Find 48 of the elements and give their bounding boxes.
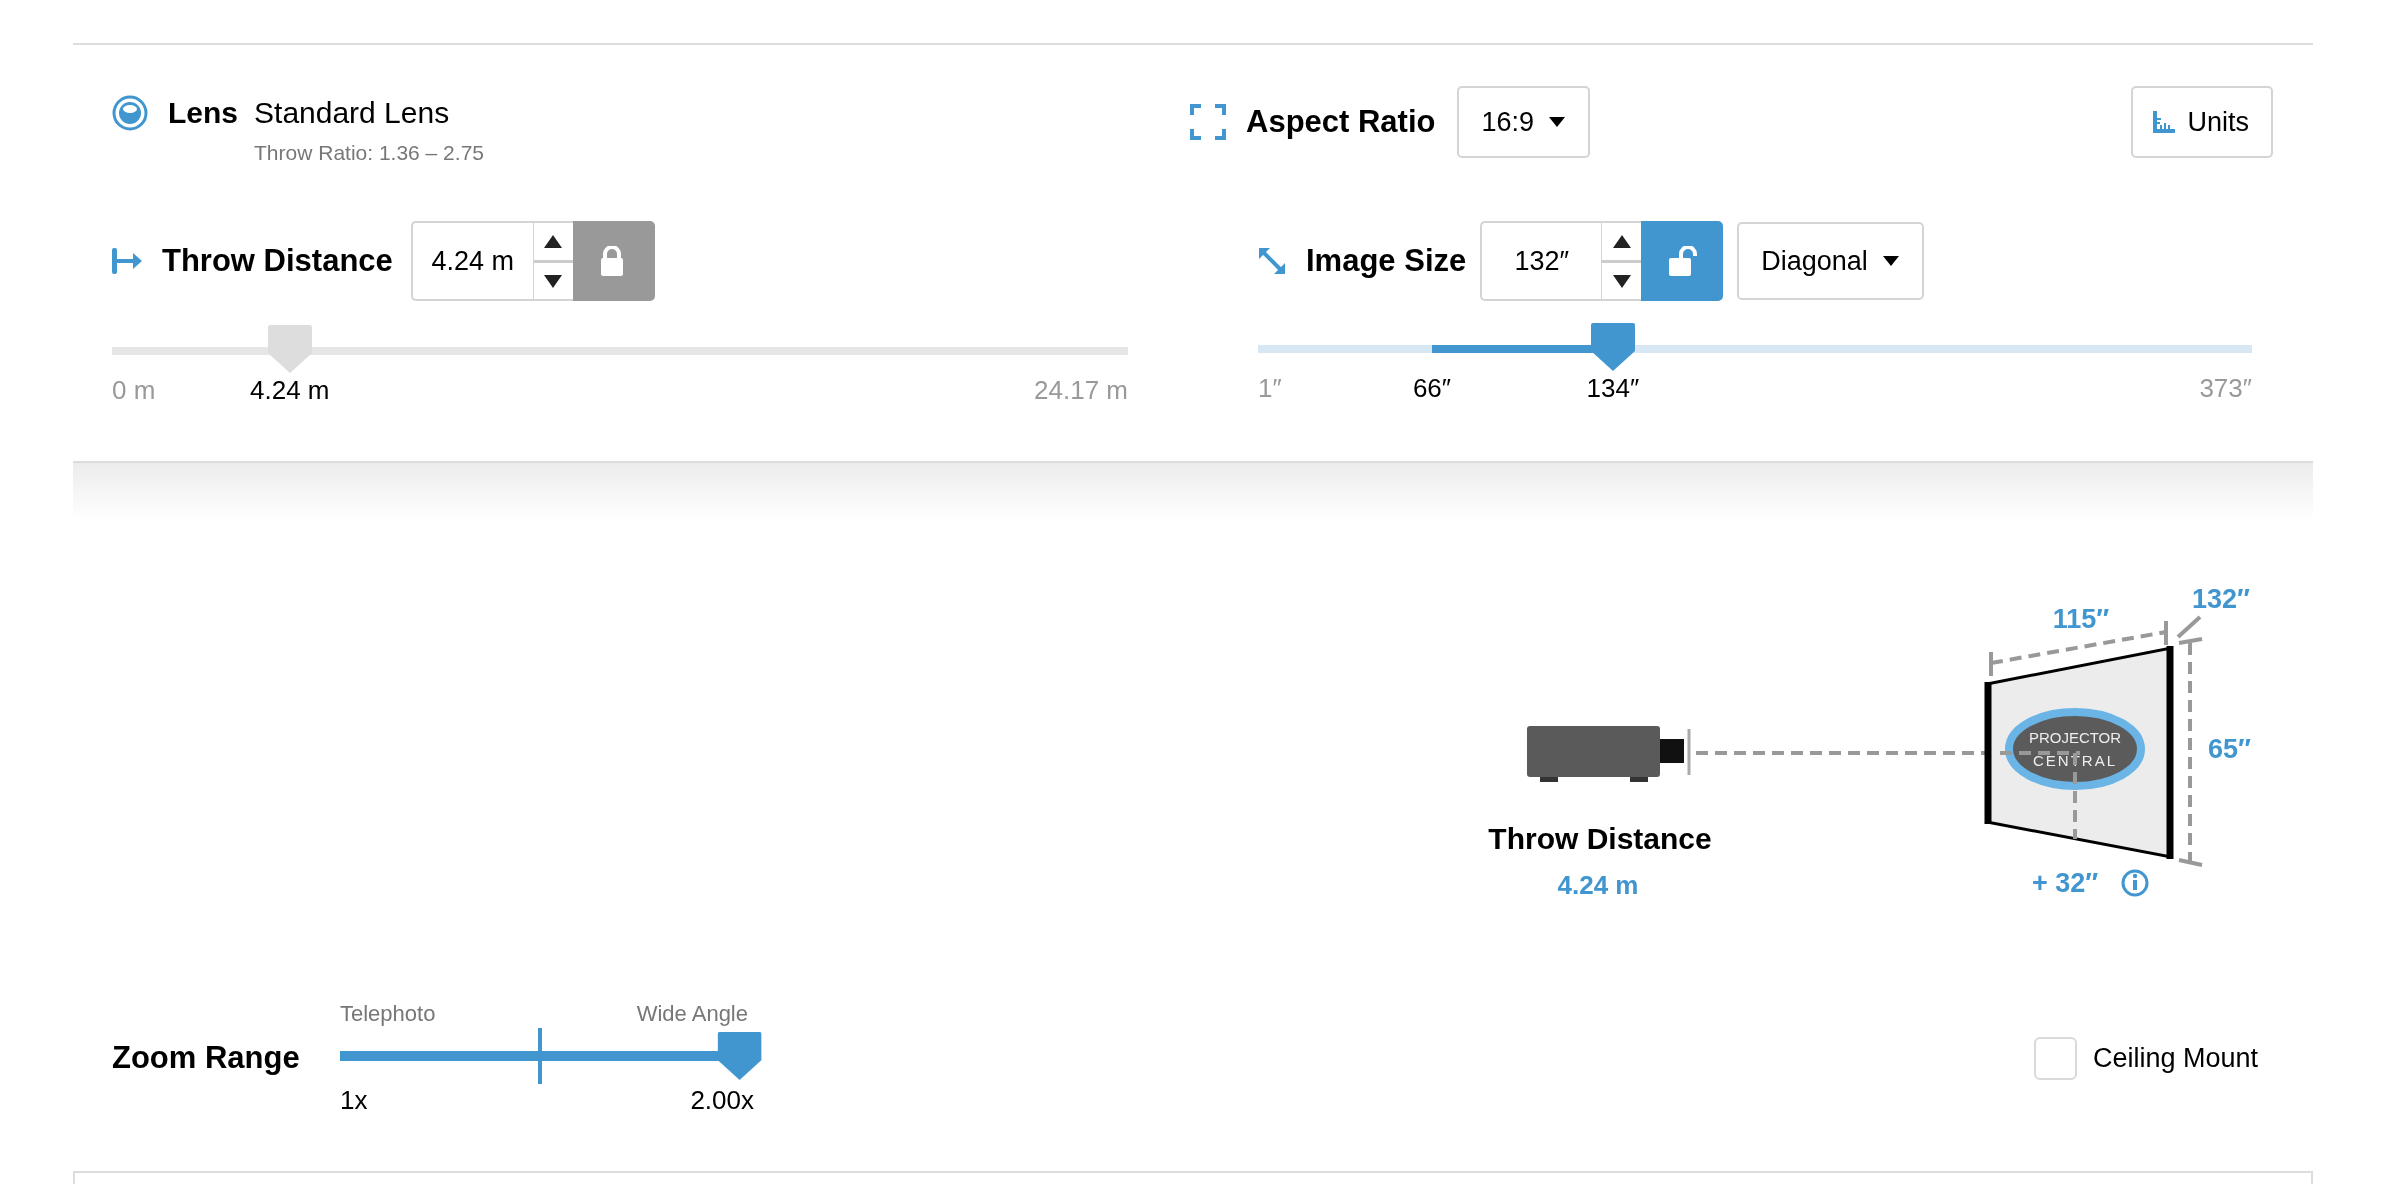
- slider-label: 24.17 m: [1034, 375, 1128, 405]
- number-field[interactable]: 132″: [1480, 221, 1602, 301]
- arrow-right-icon: [112, 245, 142, 277]
- height-value: 65″: [2208, 733, 2251, 765]
- slider-label: 134″: [1586, 373, 1640, 403]
- min-zoom-value: 1x: [340, 1085, 368, 1116]
- number-field[interactable]: 4.24 m: [410, 221, 533, 301]
- slider-label: 1″: [1258, 373, 1282, 403]
- slider-thumb[interactable]: [267, 325, 312, 373]
- up-caret-icon: [1612, 234, 1631, 249]
- down-caret-icon: [1612, 273, 1631, 288]
- frame-corners-icon: [1190, 104, 1226, 140]
- ruler-icon: [2151, 109, 2178, 135]
- offset-value: + 32″: [2031, 867, 2099, 899]
- width-value: 115″: [2052, 603, 2110, 635]
- aspect-ratio-label: Aspect Ratio: [1246, 104, 1436, 140]
- unlock-icon: [1667, 246, 1698, 276]
- lens-label: Lens: [168, 95, 239, 131]
- ceiling-mount-label: Ceiling Mount: [2092, 1042, 2258, 1074]
- wide-angle-caption: Wide Angle: [636, 1001, 748, 1027]
- lens-icon: [112, 95, 148, 131]
- throw-distance-caption: Throw Distance: [1488, 821, 1712, 857]
- lens-name: Standard Lens: [254, 95, 451, 131]
- info-icon: [2121, 869, 2149, 897]
- zoom-range-label: Zoom Range: [112, 1040, 301, 1076]
- slider-label: 0 m: [112, 375, 156, 405]
- throw-ratio-text: Throw Ratio: 1.36 – 2.75: [254, 141, 484, 165]
- telephoto-caption: Telephoto: [340, 1001, 436, 1027]
- checkbox[interactable]: [2033, 1036, 2077, 1080]
- up-caret-icon: [544, 234, 563, 249]
- image-size-label: Image Size: [1306, 243, 1467, 279]
- resize-arrow-icon: [1258, 247, 1286, 275]
- caret-icon: [1881, 255, 1900, 267]
- slider-label: 373″: [2199, 373, 2252, 403]
- measurement-dropdown[interactable]: Diagonal: [1737, 222, 1924, 300]
- slider-label: 4.24 m: [250, 375, 330, 405]
- caret-icon: [1548, 116, 1567, 128]
- units-button[interactable]: Units: [2131, 86, 2273, 158]
- down-caret-icon: [544, 273, 563, 288]
- diagonal-leader-line: [2176, 615, 2202, 639]
- slider-label: 66″: [1412, 373, 1451, 403]
- diagonal-value: 132″: [2192, 583, 2250, 615]
- max-zoom-value: 2.00x: [690, 1085, 754, 1116]
- aspect-ratio-dropdown[interactable]: 16:9: [1457, 86, 1591, 158]
- throw-distance-value: 4.24 m: [1557, 869, 1639, 901]
- slider-thumb[interactable]: [1590, 323, 1635, 371]
- slider-thumb[interactable]: [717, 1032, 762, 1080]
- throw-distance-label: Throw Distance: [162, 243, 393, 279]
